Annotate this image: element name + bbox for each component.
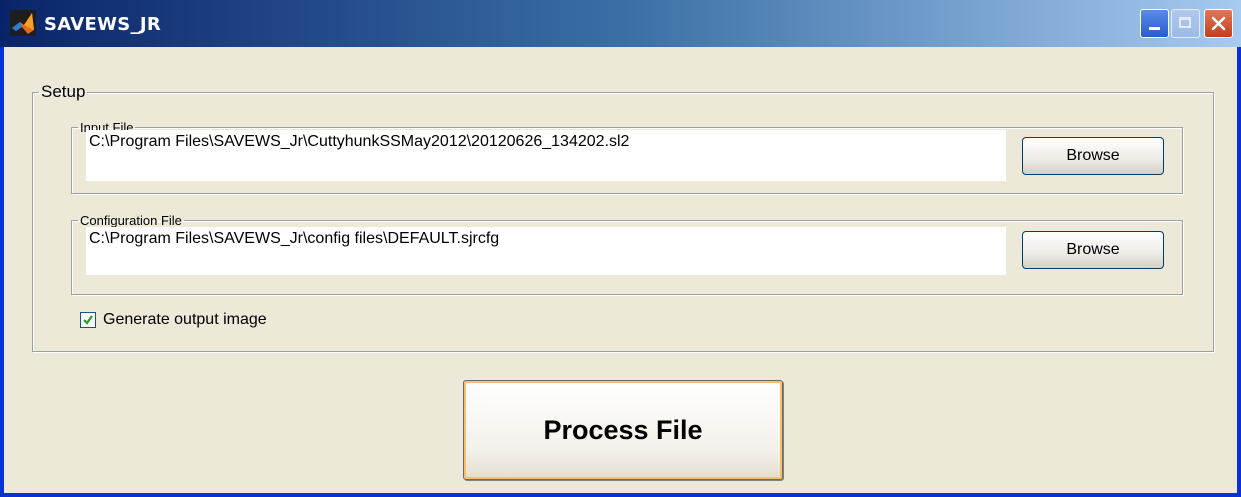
maximize-button (1171, 9, 1200, 38)
config-file-browse-button[interactable]: Browse (1022, 231, 1164, 269)
minimize-icon (1149, 27, 1160, 30)
close-button[interactable] (1204, 9, 1233, 38)
config-file-path-field[interactable]: C:\Program Files\SAVEWS_Jr\config files\… (86, 227, 1006, 275)
generate-output-label: Generate output image (103, 311, 267, 328)
window-title: SAVEWS_JR (44, 14, 161, 35)
config-file-legend: Configuration File (80, 213, 182, 228)
title-bar[interactable]: SAVEWS_JR (0, 0, 1241, 47)
process-file-button[interactable]: Process File (463, 380, 783, 480)
input-file-browse-button[interactable]: Browse (1022, 137, 1164, 175)
setup-legend: Setup (41, 82, 86, 101)
generate-output-checkbox[interactable] (80, 312, 96, 328)
matlab-icon (10, 10, 36, 36)
maximize-icon (1179, 17, 1191, 28)
minimize-button[interactable] (1140, 9, 1169, 38)
input-file-path-field[interactable]: C:\Program Files\SAVEWS_Jr\CuttyhunkSSMa… (86, 130, 1006, 181)
close-icon (1211, 16, 1226, 31)
checkmark-icon (83, 315, 93, 325)
